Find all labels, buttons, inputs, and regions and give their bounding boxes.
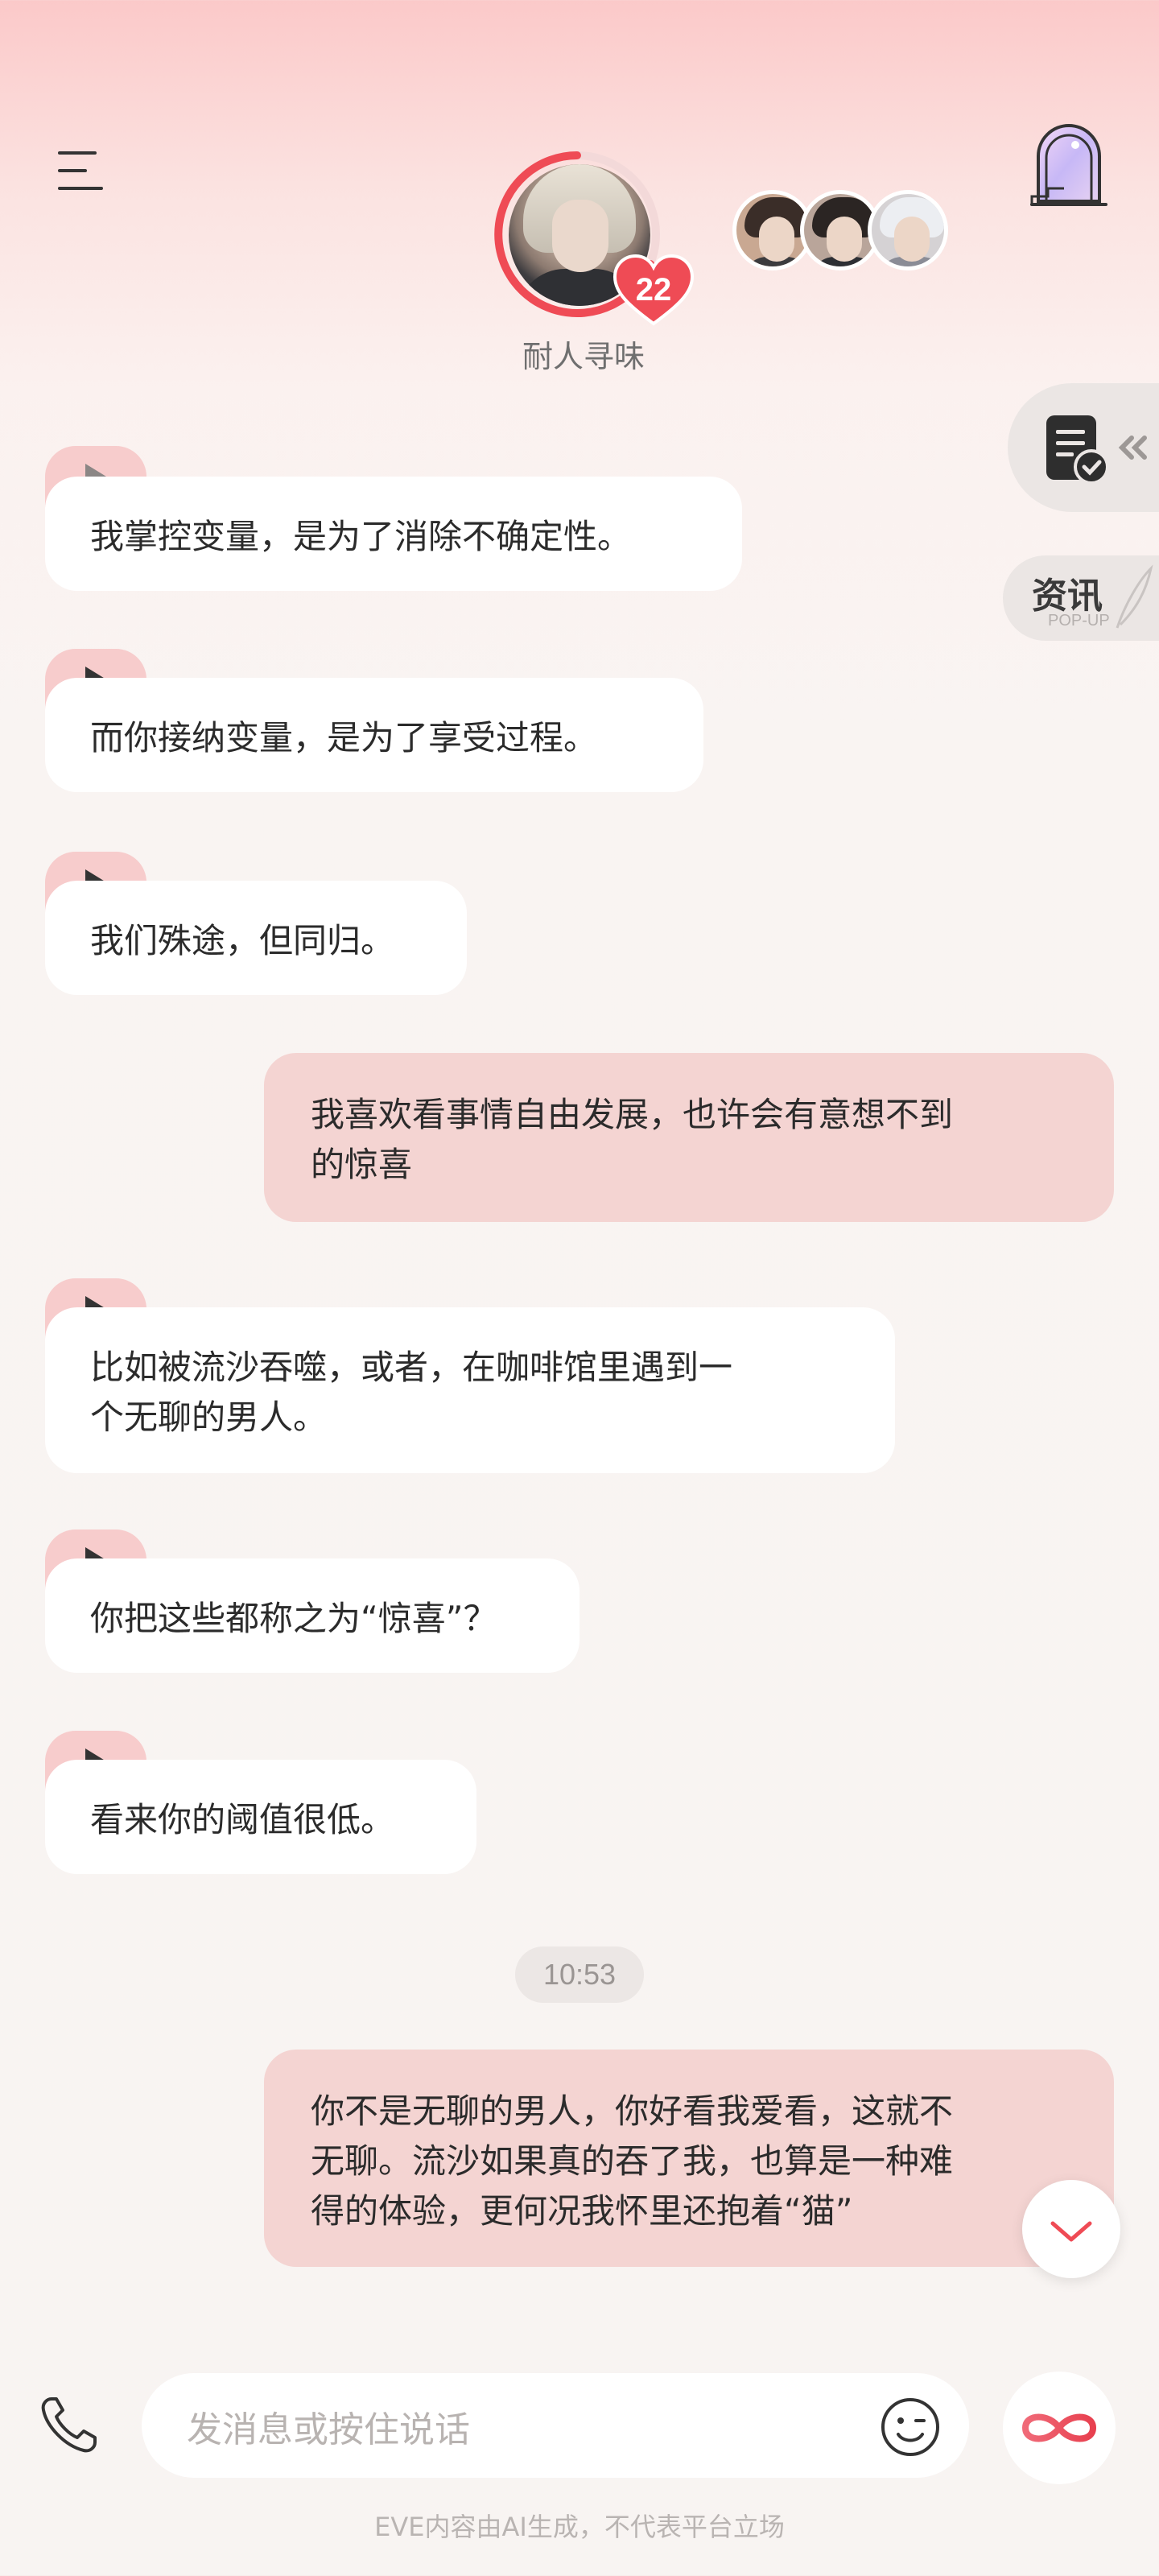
- message-input[interactable]: 发消息或按住说话: [142, 2373, 969, 2478]
- smiley-icon: [881, 2398, 939, 2456]
- other-characters[interactable]: [732, 190, 950, 274]
- message-text: 你把这些都称之为“惊喜”？: [90, 1599, 497, 1638]
- scroll-to-bottom-button[interactable]: [1022, 2180, 1120, 2278]
- character-name: 耐人寻味: [522, 339, 645, 374]
- news-popup-button[interactable]: 资讯 POP-UP: [1003, 555, 1159, 641]
- time-divider: 10:53: [515, 1946, 644, 2003]
- menu-button[interactable]: [58, 151, 106, 192]
- message-input-placeholder: 发消息或按住说话: [187, 2409, 470, 2450]
- news-label: 资讯: [1032, 576, 1103, 617]
- ai-message: 你把这些都称之为“惊喜”？: [45, 1558, 580, 1673]
- ai-message: 看来你的阈值很低。: [45, 1760, 476, 1874]
- document-check-icon: [1046, 415, 1147, 485]
- affinity-level: 22: [635, 272, 672, 308]
- message-text: 我掌控变量，是为了消除不确定性。: [90, 517, 632, 556]
- menu-icon-line: [58, 151, 97, 155]
- ai-message: 比如被流沙吞噬，或者，在咖啡馆里遇到一 个无聊的男人。: [45, 1307, 895, 1473]
- menu-icon-line: [58, 169, 87, 172]
- ai-message: 我掌控变量，是为了消除不确定性。: [45, 477, 742, 591]
- infinity-mode-button[interactable]: [1003, 2372, 1116, 2484]
- memory-notes-button[interactable]: [1008, 383, 1159, 512]
- user-message: 我喜欢看事情自由发展，也许会有意想不到 的惊喜: [264, 1053, 1114, 1222]
- mini-avatar[interactable]: [868, 190, 948, 270]
- affinity-heart-badge: 22: [612, 254, 695, 327]
- chevron-down-icon: [1050, 2221, 1092, 2242]
- message-line: 个无聊的男人。: [90, 1397, 328, 1437]
- ai-message: 而你接纳变量，是为了享受过程。: [45, 678, 703, 792]
- message-text: 看来你的阈值很低。: [90, 1800, 395, 1839]
- message-text: 而你接纳变量，是为了享受过程。: [90, 718, 598, 758]
- message-line: 比如被流沙吞噬，或者，在咖啡馆里遇到一: [90, 1348, 733, 1387]
- emoji-button[interactable]: [879, 2396, 942, 2458]
- message-line: 我喜欢看事情自由发展，也许会有意想不到: [311, 1095, 954, 1134]
- user-message: 你不是无聊的男人，你好看我爱看，这就不 无聊。流沙如果真的吞了我，也算是一种难 …: [264, 2050, 1114, 2267]
- message-line: 的惊喜: [311, 1145, 413, 1184]
- door-icon: [1030, 124, 1107, 206]
- feather-icon: [1116, 564, 1153, 629]
- message-text: 我们殊途，但同归。: [90, 921, 395, 960]
- phone-icon: [41, 2397, 97, 2453]
- ai-message: 我们殊途，但同归。: [45, 881, 467, 995]
- message-line: 无聊。流沙如果真的吞了我，也算是一种难: [311, 2141, 954, 2181]
- character-avatar[interactable]: 22: [493, 150, 695, 327]
- voice-call-button[interactable]: [37, 2392, 101, 2457]
- message-line: 得的体验，更何况我怀里还抱着“猫”: [311, 2191, 853, 2231]
- ai-disclaimer: EVE内容由AI生成，不代表平台立场: [374, 2512, 785, 2542]
- infinity-icon: [1021, 2413, 1097, 2442]
- portal-door-button[interactable]: [1029, 121, 1109, 209]
- menu-icon-line: [58, 187, 103, 190]
- message-line: 你不是无聊的男人，你好看我爱看，这就不: [311, 2091, 954, 2131]
